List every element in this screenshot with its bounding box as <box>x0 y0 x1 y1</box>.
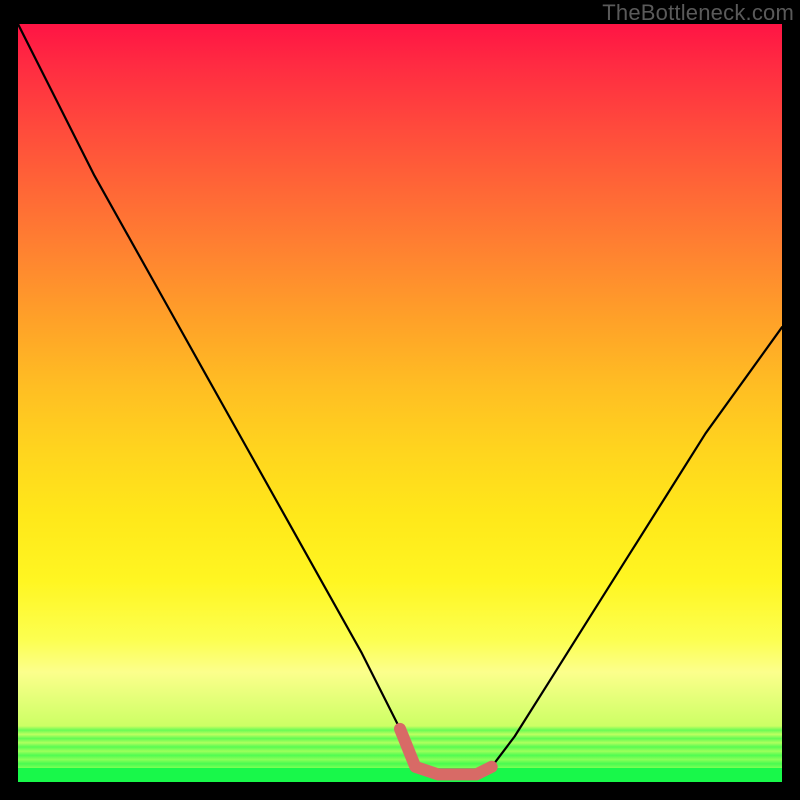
watermark-label: TheBottleneck.com <box>602 0 794 26</box>
chart-frame <box>18 24 782 782</box>
bottleneck-curve <box>18 24 782 774</box>
optimal-zone-marker <box>400 729 492 775</box>
chart-svg <box>18 24 782 782</box>
